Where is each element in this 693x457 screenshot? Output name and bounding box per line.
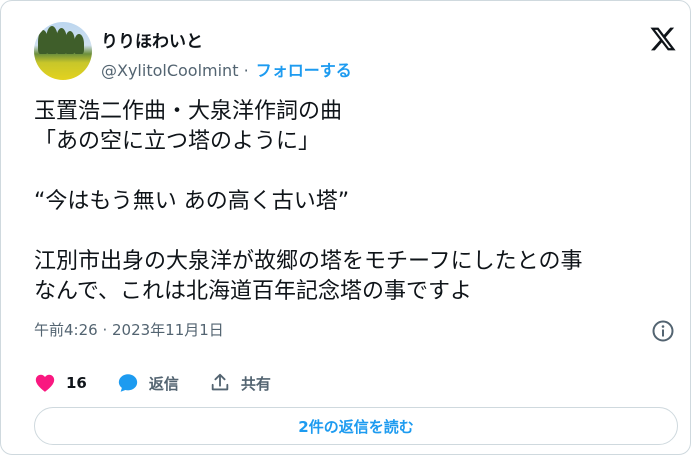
heart-icon bbox=[35, 374, 55, 392]
tweet-timestamp[interactable]: 午前4:26 · 2023年11月1日 bbox=[34, 319, 224, 340]
action-bar: 16 返信 共有 bbox=[34, 369, 301, 397]
reply-label: 返信 bbox=[148, 374, 179, 393]
avatar[interactable] bbox=[34, 22, 92, 80]
reply-bubble-icon bbox=[118, 374, 138, 392]
like-count: 16 bbox=[66, 374, 87, 392]
author-handle-row: @XylitolCoolmint · フォローする bbox=[101, 57, 352, 81]
follow-link[interactable]: フォローする bbox=[256, 61, 352, 80]
like-button[interactable]: 16 bbox=[34, 372, 87, 394]
tweet-card: りりほわいと @XylitolCoolmint · フォローする 玉置浩二作曲・… bbox=[0, 0, 691, 455]
tweet-text: 玉置浩二作曲・大泉洋作詞の曲 「あの空に立つ塔のように」 “今はもう無い あの高… bbox=[34, 99, 583, 304]
separator: · bbox=[243, 61, 249, 80]
reply-button[interactable]: 返信 bbox=[117, 372, 179, 394]
share-label: 共有 bbox=[240, 374, 271, 393]
author-handle[interactable]: @XylitolCoolmint bbox=[101, 61, 238, 80]
share-button[interactable]: 共有 bbox=[209, 372, 271, 394]
share-icon bbox=[211, 373, 229, 391]
author-name[interactable]: りりほわいと bbox=[101, 27, 203, 52]
info-icon[interactable] bbox=[651, 319, 675, 343]
read-replies-button[interactable]: 2件の返信を読む bbox=[34, 407, 678, 445]
x-logo-icon[interactable] bbox=[649, 25, 677, 53]
